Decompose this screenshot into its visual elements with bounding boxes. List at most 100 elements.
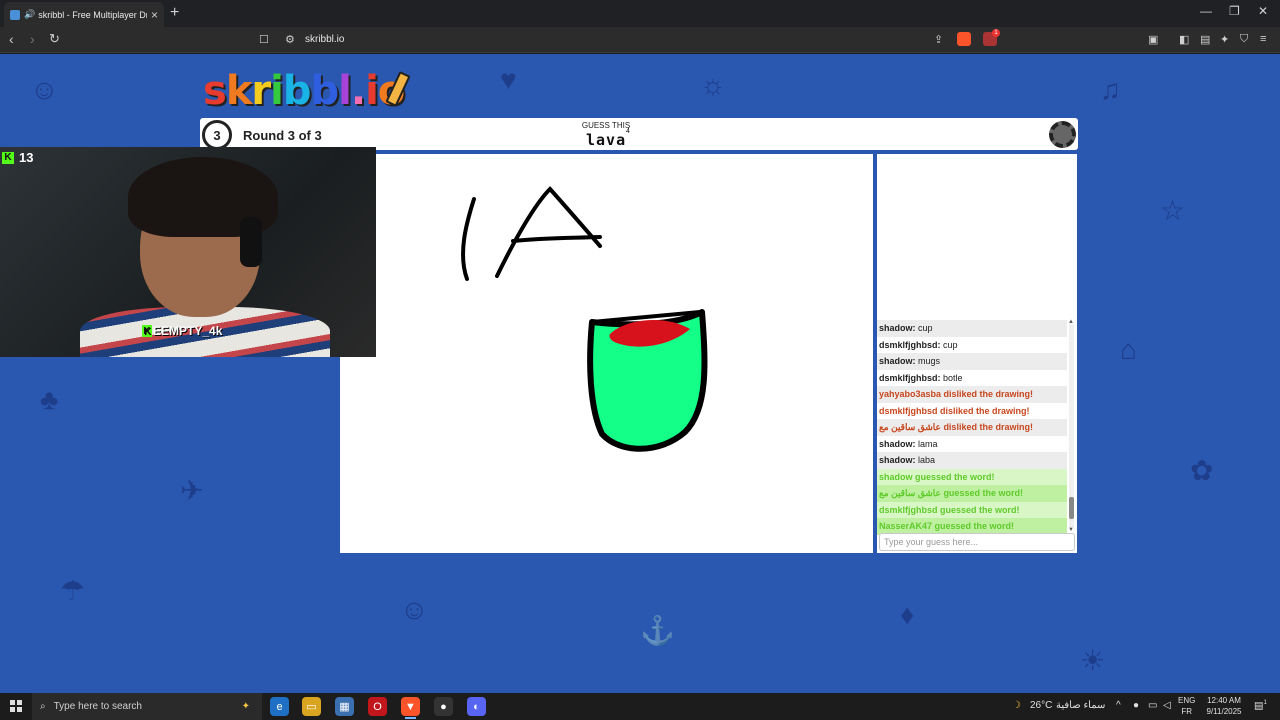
obs-icon[interactable]: ● [434,697,453,716]
chat-username: shadow: [879,356,916,366]
drawing-svg [461,186,708,452]
reload-icon[interactable]: ↻ [49,31,60,47]
chat-message: dsmklfjghbsd: cup [877,337,1067,354]
site-info-icon[interactable]: ⚙ [285,33,295,46]
taskbar-search[interactable]: ⌕ Type here to search ✦ [32,693,262,720]
back-icon[interactable]: ‹ [9,31,14,47]
clock-date: 9/11/2025 [1206,707,1242,716]
restore-icon[interactable]: ❐ [1229,4,1240,18]
guess-input[interactable] [879,533,1075,551]
word-hint: lava [586,131,627,149]
windows-taskbar: ⌕ Type here to search ✦ e ▭ ▦ O ▼ ● ◐ ☽ … [0,693,1280,720]
chat-scrollbar[interactable]: ▲ ▼ [1068,319,1074,533]
drawing-canvas[interactable] [340,154,873,553]
tab-search-icon[interactable]: ▣ [1148,33,1158,46]
search-icon: ⌕ [40,701,46,712]
speaker-icon[interactable]: 🔊 [24,9,35,20]
chat-text: shadow guessed the word! [879,471,995,482]
opera-icon[interactable]: O [368,697,387,716]
chat-message: عاشق ساقين مع guessed the word! [877,485,1067,502]
brave-shields-icon[interactable] [957,32,971,46]
moon-weather-icon: ☽ [1012,700,1021,711]
timer-value: 3 [213,127,221,143]
chat-panel: shadow: cup dsmklfjghbsd: cup shadow: mugs… [877,154,1077,553]
logo-letter: l [338,68,352,114]
taskbar-clock[interactable]: 12:40 AM 9/11/2025 [1200,695,1248,717]
sidebar-icon[interactable]: ◧ [1179,33,1189,46]
doodle-icon: ☼ [700,69,726,100]
doodle-icon: ⌂ [1120,334,1137,365]
chat-text: yahyabo3asba disliked the drawing! [879,389,1034,399]
chat-text: عاشق ساقين مع guessed the word! [879,488,1023,498]
bookmark-icon[interactable]: ☐ [259,33,269,46]
vpn-icon[interactable]: ⛉ [1240,33,1248,46]
leo-ai-icon[interactable]: ✦ [1220,33,1229,46]
doodle-icon: ⚓ [640,615,675,646]
file-explorer-icon[interactable]: ▭ [302,697,321,716]
headset-icon [240,217,262,267]
doodle-icon: ♦ [900,599,915,630]
wallet-icon[interactable]: ▤ [1200,33,1210,46]
scroll-thumb[interactable] [1069,497,1074,519]
weather-desc[interactable]: سماء صافية [1056,700,1105,711]
chat-text: NasserAK47 guessed the word! [879,521,1015,531]
doodle-icon: ♣ [40,384,59,415]
chat-message: dsmklfjghbsd disliked the drawing! [877,403,1067,420]
brave-taskbar-icon[interactable]: ▼ [401,697,420,719]
chat-message: yahyabo3asba disliked the drawing! [877,386,1067,403]
chat-text: mugs [915,356,941,366]
new-tab-button[interactable]: + [170,4,179,22]
edge-icon[interactable]: e [270,697,289,716]
close-tab-icon[interactable]: × [151,8,158,22]
windows-start-icon[interactable] [10,700,22,712]
microphone-icon[interactable]: ● [1133,700,1139,711]
skribbl-favicon-icon [10,9,20,20]
weather-temp[interactable]: 26°C [1030,700,1052,711]
chat-text: botle [940,372,963,383]
network-icon[interactable]: ▭ [1148,700,1157,711]
doodle-icon: ☀ [1080,645,1106,676]
chat-message: shadow: cup [877,320,1067,337]
word-length: 4 [626,128,630,135]
doodle-icon: ☆ [1160,195,1186,226]
notification-icon[interactable]: ▤1 [1254,700,1267,711]
copilot-sparkle-icon[interactable]: ✦ [242,701,250,712]
logo-letter: b [310,68,340,114]
chat-username: dsmklfjghbsd: [879,372,941,383]
game-header: 3 Round 3 of 3 GUESS THIS lava 4 [200,118,1078,150]
taskbar-search-placeholder: Type here to search [53,701,142,712]
scroll-up-icon[interactable]: ▲ [1068,319,1074,325]
share-icon[interactable]: ⇪ [934,33,943,46]
tray-chevron-icon[interactable]: ^ [1116,700,1121,711]
chat-message: dsmklfjghbsd guessed the word! [877,501,1067,518]
logo-letter: b [282,68,312,114]
notification-count: 1 [1263,700,1267,706]
browser-tab[interactable]: 🔊 skribbl - Free Multiplayer Dra × [4,2,164,27]
language-indicator[interactable]: ENG FR [1178,695,1195,717]
minimize-icon[interactable]: — [1200,4,1212,18]
chat-username: shadow: [879,438,916,449]
forward-icon[interactable]: › [30,31,35,47]
kick-logo-icon: K [142,325,152,337]
settings-gear-icon[interactable] [1049,121,1076,148]
brave-rewards-icon[interactable]: 1 [983,29,1000,46]
doodle-icon: ✿ [1190,455,1214,486]
chat-message: shadow guessed the word! [877,468,1067,485]
chat-username: dsmklfjghbsd: [879,339,941,350]
channel-name: EEMPTY_4k [153,324,223,338]
logo-letter: k [225,68,253,114]
chat-username: shadow: [879,323,916,333]
menu-icon[interactable]: ≡ [1260,33,1266,45]
logo-letter: r [251,68,271,114]
store-icon[interactable]: ▦ [335,697,354,716]
logo-letter: i [270,68,284,114]
discord-icon[interactable]: ◐ [467,697,486,716]
close-window-icon[interactable]: ✕ [1258,4,1268,18]
skribbl-page: ☺ ♥ ☼ ♫ ☆ ⌂ ✿ ♣ ✈ ☂ ☺ ⚓ ♦ ☀ skribbl.io 3… [0,54,1280,693]
browser-tab-bar: 🔊 skribbl - Free Multiplayer Dra × + — ❐… [0,0,1280,27]
tab-title: skribbl - Free Multiplayer Dra [38,9,147,20]
chat-text: cup [915,323,933,333]
doodle-icon: ☂ [60,575,86,606]
volume-icon[interactable]: ◁ [1163,700,1171,711]
address-bar[interactable]: skribbl.io [305,34,344,45]
